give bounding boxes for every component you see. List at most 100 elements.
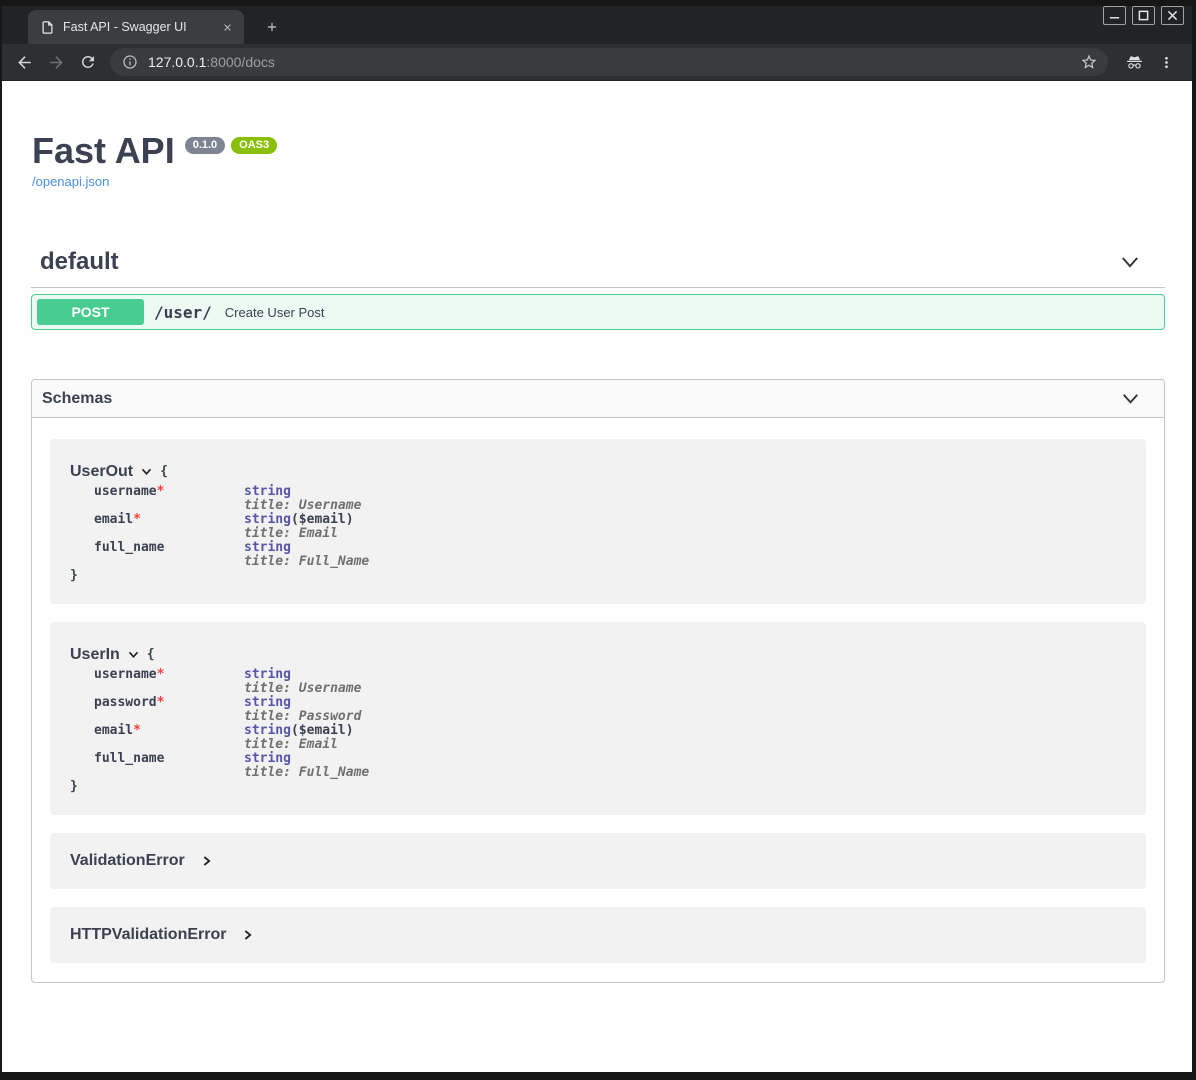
menu-button[interactable] [1150,46,1182,78]
back-icon [15,53,34,72]
chevron-down-icon[interactable] [1121,256,1139,269]
back-button[interactable] [8,46,40,78]
required-star: * [157,667,165,682]
schemas-header[interactable]: Schemas [32,380,1164,418]
close-brace: } [70,780,1126,794]
incognito-button[interactable] [1118,46,1150,78]
required-star: * [157,695,165,710]
kebab-menu-icon [1158,54,1175,71]
chevron-right-icon[interactable] [203,855,211,867]
chevron-right-icon[interactable] [244,929,252,941]
reload-icon [79,53,97,71]
new-tab-button[interactable] [258,13,286,41]
required-star: * [133,512,141,527]
property-title: title: Username [244,499,361,513]
tab-strip: Fast API - Swagger UI [2,6,1192,44]
incognito-icon [1125,53,1144,72]
page-icon [40,20,55,35]
close-button[interactable] [1161,6,1184,25]
chevron-down-icon[interactable] [128,651,139,659]
address-bar[interactable]: 127.0.0.1:8000/docs [110,48,1108,76]
tag-section-default[interactable]: default [31,248,1165,288]
property-type: string [244,484,291,499]
version-badge: 0.1.0 [185,137,225,154]
url-path: :8000/docs [206,54,275,70]
operation-post-user[interactable]: POST /user/ Create User Post [31,294,1165,330]
oas3-badge: OAS3 [231,137,277,154]
schemas-body: UserOut { username* string title: Userna… [32,418,1164,982]
model-name: UserIn [70,646,120,664]
property-name: full_name [94,540,164,555]
browser-toolbar: 127.0.0.1:8000/docs [2,44,1192,81]
reload-button[interactable] [72,46,104,78]
model-name: HTTPValidationError [70,926,226,944]
model-title-row[interactable]: UserIn { [70,646,1126,664]
property-title: title: Email [244,738,354,752]
property-type: string [244,667,291,682]
schemas-section: Schemas UserOut { [31,379,1165,983]
property-title: title: Full_Name [244,766,369,780]
url-host: 127.0.0.1 [148,54,206,70]
property-name: password [94,695,157,710]
openapi-spec-link[interactable]: /openapi.json [32,174,109,189]
schema-property-row: email* string($email) title: Email [94,724,1126,752]
schema-property-row: username* string title: Username [94,668,1126,696]
maximize-button[interactable] [1132,6,1155,25]
operation-path: /user/ [154,303,212,322]
browser-tab[interactable]: Fast API - Swagger UI [28,10,244,44]
operation-summary: Create User Post [225,305,325,320]
property-type: string [244,695,291,710]
close-icon [1167,10,1178,21]
property-title: title: Username [244,682,361,696]
property-name: username [94,484,157,499]
chevron-down-icon[interactable] [1122,393,1139,405]
model-name: ValidationError [70,852,185,870]
maximize-icon [1138,10,1149,21]
method-badge: POST [37,299,144,325]
api-info: Fast API 0.1.0 OAS3 /openapi.json [32,131,1192,191]
minimize-icon [1109,10,1120,21]
close-brace: } [70,569,1126,583]
forward-button[interactable] [40,46,72,78]
schema-property-row: password* string title: Password [94,696,1126,724]
required-star: * [133,723,141,738]
model-name: UserOut [70,463,133,481]
property-type: string [244,512,291,527]
swagger-page: Fast API 0.1.0 OAS3 /openapi.json defaul… [2,81,1192,1072]
api-title: Fast API [32,131,175,171]
browser-window: Fast API - Swagger UI [0,0,1196,1080]
property-name: username [94,667,157,682]
model-userout: UserOut { username* string title: Userna… [50,439,1146,604]
property-title: title: Full_Name [244,555,369,569]
model-httpvalidationerror[interactable]: HTTPValidationError [50,907,1146,963]
property-title: title: Email [244,527,354,541]
property-format: ($email) [291,723,354,738]
open-brace: { [160,465,168,479]
property-title: title: Password [244,710,361,724]
schema-property-row: username* string title: Username [94,485,1126,513]
info-icon[interactable] [122,54,138,70]
schema-property-row: email* string($email) title: Email [94,513,1126,541]
property-name: email [94,512,133,527]
property-name: email [94,723,133,738]
model-title-row[interactable]: UserOut { [70,463,1126,481]
forward-icon [47,53,66,72]
schema-property-row: full_name string title: Full_Name [94,541,1126,569]
property-type: string [244,751,291,766]
url-text[interactable]: 127.0.0.1:8000/docs [148,54,1080,70]
required-star: * [157,484,165,499]
minimize-button[interactable] [1103,6,1126,25]
property-name: full_name [94,751,164,766]
property-type: string [244,723,291,738]
plus-icon [265,20,279,34]
window-controls [1103,6,1184,25]
tab-close-icon[interactable] [218,18,236,36]
property-format: ($email) [291,512,354,527]
chevron-down-icon[interactable] [141,468,152,476]
model-validationerror[interactable]: ValidationError [50,833,1146,889]
model-userin: UserIn { username* string title: Usernam… [50,622,1146,815]
open-brace: { [147,648,155,662]
schema-property-row: full_name string title: Full_Name [94,752,1126,780]
property-type: string [244,540,291,555]
bookmark-star-icon[interactable] [1080,53,1098,71]
